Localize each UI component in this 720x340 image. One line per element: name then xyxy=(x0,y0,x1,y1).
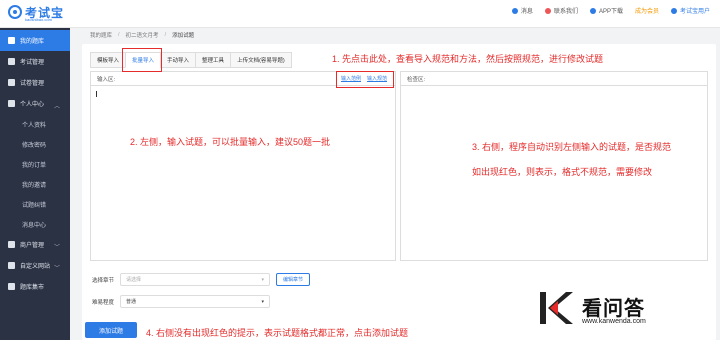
note-step4: 4. 右侧没有出现红色的提示，表示试题格式都正常，点击添加试题 xyxy=(146,328,409,338)
contact-icon xyxy=(544,7,551,14)
chapter-select[interactable]: 请选择 ▾ xyxy=(120,273,271,286)
highlight-batch-tab xyxy=(122,48,162,72)
sidebar-item-website[interactable]: 自定义网站 ﹀ xyxy=(0,255,70,276)
sidebar-item-exam[interactable]: 考试管理 xyxy=(0,51,70,72)
breadcrumb-library[interactable]: 我的题库 xyxy=(90,31,112,39)
shop-icon xyxy=(8,241,15,248)
user-icon xyxy=(670,7,677,14)
library-icon xyxy=(8,37,15,44)
logo-icon xyxy=(8,5,22,19)
edit-chapter-button[interactable]: 编辑章节 xyxy=(276,273,311,286)
top-header: 考试宝 kaoshibao.com 消息 联系我们 APP下载 成为会员 考试宝… xyxy=(0,0,720,28)
difficulty-select[interactable]: 普通 ▾ xyxy=(120,295,271,308)
sidebar-sub-corrections[interactable]: 试题纠错 xyxy=(0,194,70,214)
bell-icon xyxy=(511,7,518,14)
sidebar-item-library[interactable]: 我的题库 xyxy=(0,30,70,51)
watermark: 看问答 www.kanwenda.com xyxy=(536,288,686,332)
sidebar-sub-messages[interactable]: 消息中心 xyxy=(0,214,70,234)
exam-icon xyxy=(8,58,15,65)
breadcrumb-bank[interactable]: 初二语文月考 xyxy=(126,31,159,39)
difficulty-row: 难易程度 普通 ▾ xyxy=(92,295,271,308)
highlight-spec-links xyxy=(336,71,394,88)
globe-icon xyxy=(8,262,15,269)
app-download-link[interactable]: APP下载 xyxy=(589,6,623,15)
tab-upload-document[interactable]: 上传文档(容易导题) xyxy=(230,52,292,68)
sidebar: 我的题库 考试管理 试卷管理 个人中心 ︿ 个人资料 修改密码 我的订单 我的邀请… xyxy=(0,28,70,340)
chevron-down-icon: ▾ xyxy=(261,298,265,305)
person-icon xyxy=(8,100,15,107)
phone-icon xyxy=(589,7,596,14)
watermark-title: 看问答 xyxy=(582,298,645,320)
user-menu[interactable]: 考试宝用户 xyxy=(670,6,710,15)
sidebar-item-papers[interactable]: 试卷管理 xyxy=(0,72,70,93)
sidebar-item-merchant[interactable]: 商户管理 ﹀ xyxy=(0,234,70,255)
chevron-down-icon: ﹀ xyxy=(53,245,60,251)
breadcrumb: 我的题库 / 初二语文月考 / 添加试题 xyxy=(90,31,195,39)
note-step3a: 3. 右侧，程序自动识别左侧输入的试题，是否规范 xyxy=(472,142,672,152)
input-area[interactable]: 输入区: 输入范例 输入规范 xyxy=(90,71,396,261)
sidebar-item-market[interactable]: 题库集市 xyxy=(0,276,70,297)
chapter-row: 选择章节 请选择 ▾ 编辑章节 xyxy=(92,273,311,286)
market-icon xyxy=(8,283,15,290)
sidebar-sub-profile[interactable]: 个人资料 xyxy=(0,114,70,134)
contact-link[interactable]: 联系我们 xyxy=(544,6,578,15)
watermark-k-icon xyxy=(540,292,573,324)
add-questions-button[interactable]: 添加试题 xyxy=(85,322,137,338)
chevron-up-icon: ︿ xyxy=(53,104,60,110)
logo[interactable]: 考试宝 kaoshibao.com xyxy=(8,4,78,24)
header-actions: 消息 联系我们 APP下载 成为会员 考试宝用户 xyxy=(511,6,710,15)
logo-subtext: kaoshibao.com xyxy=(25,17,52,22)
breadcrumb-current: 添加试题 xyxy=(172,33,195,39)
vip-link[interactable]: 成为会员 xyxy=(635,6,659,15)
note-step2: 2. 左侧，输入试题，可以批量输入，建议50题一批 xyxy=(130,137,331,147)
messages-link[interactable]: 消息 xyxy=(511,6,533,15)
chevron-down-icon: ﹀ xyxy=(53,266,60,272)
tab-tidy-tool[interactable]: 整理工具 xyxy=(195,52,231,68)
sidebar-sub-invites[interactable]: 我的邀请 xyxy=(0,174,70,194)
note-step3b: 如出现红色，则表示，格式不规范，需要修改 xyxy=(472,167,653,177)
difficulty-label: 难易程度 xyxy=(92,299,115,306)
text-cursor xyxy=(96,91,97,97)
chapter-label: 选择章节 xyxy=(92,277,115,284)
sidebar-item-personal[interactable]: 个人中心 ︿ xyxy=(0,93,70,114)
paper-icon xyxy=(8,79,15,86)
tab-template-import[interactable]: 模板导入 xyxy=(90,52,126,68)
input-area-label: 输入区: xyxy=(97,76,116,83)
check-area-label: 检查区: xyxy=(407,76,426,83)
sidebar-sub-password[interactable]: 修改密码 xyxy=(0,134,70,154)
sidebar-sub-orders[interactable]: 我的订单 xyxy=(0,154,70,174)
tab-manual-import[interactable]: 手动导入 xyxy=(160,52,196,68)
note-step1: 1. 先点击此处，查看导入规范和方法，然后按照规范，进行修改试题 xyxy=(332,54,604,64)
chevron-down-icon: ▾ xyxy=(261,276,265,283)
import-tabs: 模板导入 批量导入 手动导入 整理工具 上传文档(容易导题) xyxy=(90,52,292,68)
watermark-url: www.kanwenda.com xyxy=(582,318,646,325)
